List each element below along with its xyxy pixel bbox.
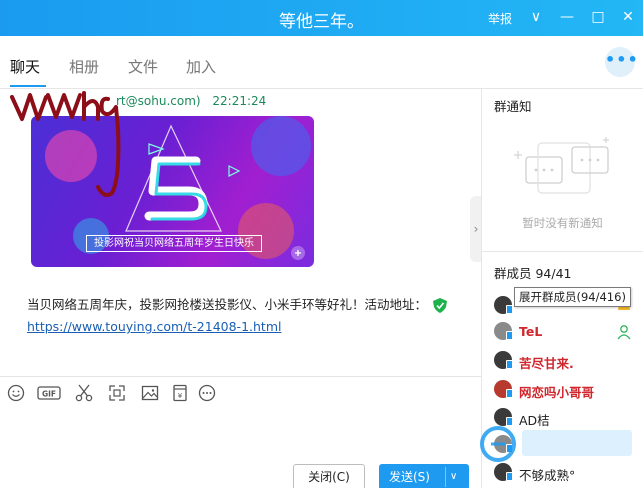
message-input[interactable] [0, 410, 481, 460]
tab-chat[interactable]: 聊天 [10, 56, 40, 77]
banner-caption: 投影网祝当贝网络五周年岁生日快乐 [86, 235, 262, 252]
message-link[interactable]: https://www.touying.com/t-21408-1.html [27, 319, 281, 334]
member-name: AD桔 [519, 413, 550, 428]
close-window-button[interactable]: ✕ [618, 6, 638, 28]
close-button[interactable]: 关闭(C) [293, 464, 365, 488]
input-divider [0, 376, 481, 377]
send-label: 发送(S) [389, 470, 430, 484]
more-icon[interactable] [197, 383, 217, 403]
phone-icon [506, 331, 513, 340]
message-time: 22:21:24 [212, 94, 267, 108]
scissors-icon[interactable] [74, 383, 94, 403]
svg-text:¥: ¥ [178, 392, 183, 400]
chat-history[interactable]: rt@sohu.com) 22:21:24 投影网祝当贝网络五周年岁生日快乐 当… [0, 89, 481, 376]
svg-text:GIF: GIF [42, 390, 56, 399]
group-members-title[interactable]: 群成员 94/41 [494, 263, 572, 282]
member-row[interactable]: 不够成熟° [494, 463, 643, 483]
right-panel: 群通知 暂时没有新通知 群成员 94/41 展开群成员(94/416) TeL … [482, 89, 643, 488]
member-name: 网恋吗小哥哥 [519, 385, 595, 400]
red-packet-icon[interactable]: ¥ [170, 383, 190, 403]
image-icon[interactable] [140, 383, 160, 403]
handwritten-scribble [10, 91, 121, 197]
minimize-button[interactable]: — [557, 6, 577, 28]
member-row[interactable] [494, 435, 643, 455]
group-notice-title: 群通知 [494, 99, 532, 114]
report-button[interactable]: 举报 [488, 10, 512, 27]
tab-album[interactable]: 相册 [69, 56, 99, 77]
send-options-chevron-icon[interactable]: ∨ [450, 464, 457, 488]
chat-message: 当贝网络五周年庆，投影网抢楼送投影仪、小米手环等好礼！活动地址： https:/… [27, 294, 448, 338]
active-tab-indicator [10, 85, 46, 87]
member-row[interactable]: 苦尽甘来. [494, 351, 643, 371]
maximize-button[interactable]: □ [588, 6, 608, 28]
dropdown-icon[interactable]: ∨ [526, 6, 546, 28]
member-name: 苦尽甘来. [519, 356, 574, 371]
member-row[interactable]: AD桔 [494, 408, 643, 428]
phone-icon [506, 472, 513, 481]
empty-notice-illustration [514, 137, 609, 194]
member-name: TeL [519, 324, 543, 339]
gif-icon[interactable]: GIF [37, 383, 61, 403]
verified-shield-icon [433, 298, 448, 313]
tab-files[interactable]: 文件 [128, 56, 158, 77]
member-role-icon [617, 325, 631, 340]
tab-bar: 聊天 相册 文件 加入 ••• [0, 36, 643, 88]
window-title: 等他三年。 [279, 12, 364, 32]
member-row[interactable]: 网恋吗小哥哥 [494, 380, 643, 400]
phone-icon [506, 389, 513, 398]
phone-icon [506, 417, 513, 426]
phone-icon [506, 360, 513, 369]
phone-icon [506, 305, 513, 314]
member-row[interactable]: TeL [494, 322, 643, 342]
member-name: 不够成熟° [519, 468, 576, 483]
tab-join[interactable]: 加入 [186, 56, 216, 77]
smile-icon[interactable] [6, 383, 26, 403]
empty-notice-text: 暂时没有新通知 [522, 216, 603, 230]
message-text: 当贝网络五周年庆，投影网抢楼送投影仪、小米手环等好礼！活动地址： [27, 297, 428, 312]
send-button[interactable]: 发送(S) ∨ [379, 464, 469, 488]
phone-icon [506, 444, 513, 453]
screenshot-icon[interactable] [107, 383, 127, 403]
more-options-button[interactable]: ••• [605, 47, 638, 77]
message-header: rt@sohu.com) 22:21:24 [116, 94, 266, 108]
title-bar: 等他三年。 举报 ∨ — □ ✕ [0, 0, 643, 36]
send-split-divider [445, 467, 446, 487]
members-tooltip: 展开群成员(94/416) [514, 287, 631, 307]
right-panel-divider [482, 251, 643, 252]
